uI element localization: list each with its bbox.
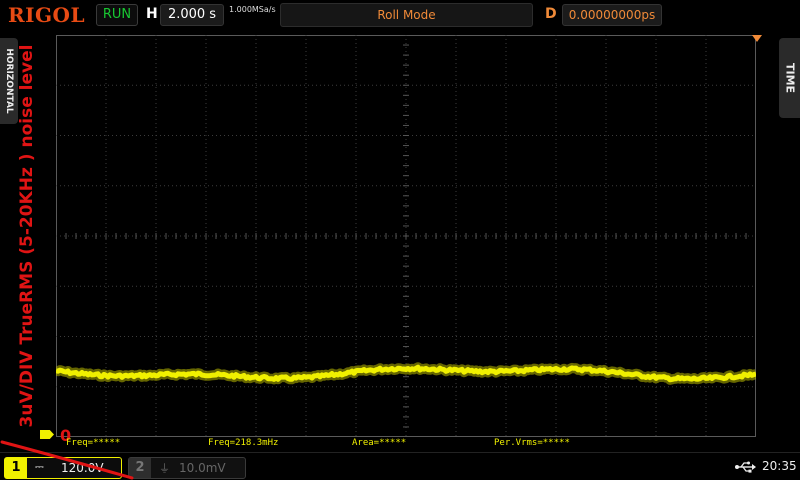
time-menu-tab[interactable]: TIME xyxy=(779,38,800,118)
waveform-grid xyxy=(56,35,756,437)
sample-rate: 1.000MSa/s xyxy=(229,5,276,14)
time-tab-label: TIME xyxy=(783,62,796,94)
channel1-number: 1 xyxy=(5,458,27,478)
measurement-row: Freq=***** Freq=218.3mHz Area=***** Per.… xyxy=(56,438,756,450)
usb-icon xyxy=(735,461,756,473)
run-stop-status[interactable]: RUN xyxy=(96,4,138,26)
horizontal-label: H xyxy=(146,6,158,22)
channel1-settings[interactable]: 1 ⎓ 120.0V xyxy=(4,457,122,479)
trigger-delay-value[interactable]: 0.00000000ps xyxy=(562,4,662,26)
channel1-scale: 120.0V xyxy=(61,461,104,475)
brand-logo: RIGOL xyxy=(8,3,86,27)
horizontal-menu-tab[interactable]: HORIZONTAL xyxy=(0,38,18,124)
bottom-bar: 1 ⎓ 120.0V 2 ⏚ 10.0mV 20:35 xyxy=(0,452,800,480)
measurement-freq-2[interactable]: Freq=218.3mHz xyxy=(208,438,278,448)
channel2-settings[interactable]: 2 ⏚ 10.0mV xyxy=(128,457,246,479)
measurement-area[interactable]: Area=***** xyxy=(352,438,406,448)
dc-coupling-icon: ⎓ xyxy=(35,460,44,473)
delay-label: D xyxy=(545,6,557,22)
top-bar: RIGOL RUN H 2.000 s 1.000MSa/s Roll Mode… xyxy=(0,0,800,32)
measurement-freq-1[interactable]: Freq=***** xyxy=(66,438,120,448)
acquisition-mode[interactable]: Roll Mode xyxy=(280,3,533,27)
ground-coupling-icon: ⏚ xyxy=(159,462,170,475)
channel2-number: 2 xyxy=(129,458,151,478)
timebase-value[interactable]: 2.000 s xyxy=(160,4,224,26)
measurement-per-vrms[interactable]: Per.Vrms=***** xyxy=(494,438,570,448)
clock: 20:35 xyxy=(762,459,797,473)
horizontal-tab-label: HORIZONTAL xyxy=(4,48,14,114)
waveform-display[interactable] xyxy=(56,35,756,437)
channel1-ground-marker-icon[interactable] xyxy=(40,430,54,439)
channel2-scale: 10.0mV xyxy=(179,461,226,475)
noise-level-annotation: 3uV/DIV TrueRMS (5-20KHz ) noise level xyxy=(17,44,37,428)
